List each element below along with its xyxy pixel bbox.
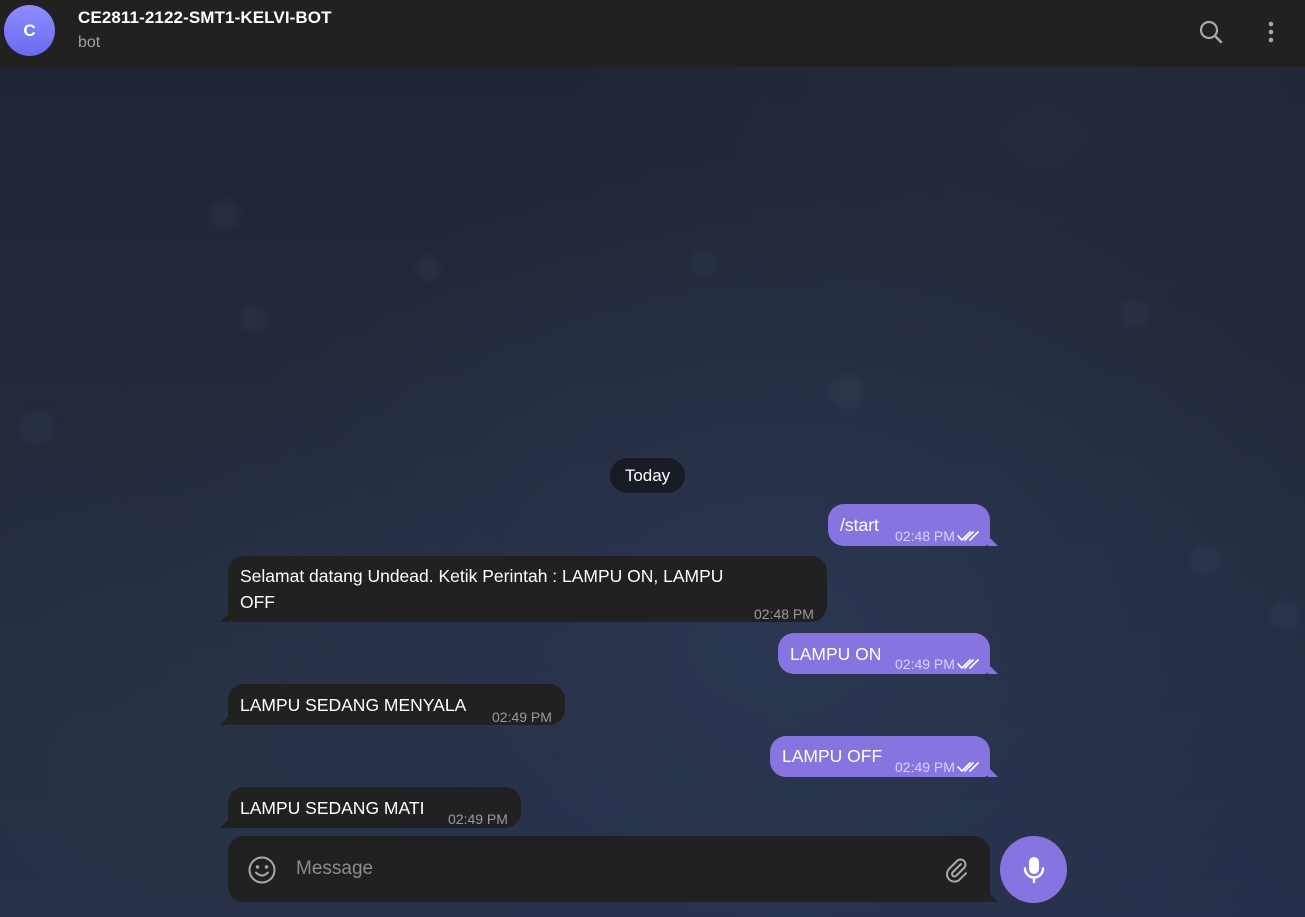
background-dot: [1270, 600, 1300, 630]
double-check-icon: [957, 531, 979, 541]
background-dot: [690, 250, 716, 276]
message-meta: 02:48 PM: [895, 523, 979, 549]
outgoing-message[interactable]: /start 02:48 PM: [828, 504, 998, 549]
microphone-icon: [1023, 856, 1044, 883]
message-text-line-2: OFF: [240, 592, 275, 612]
background-dot: [240, 305, 268, 333]
more-vertical-icon[interactable]: [1255, 16, 1287, 48]
message-meta: 02:49 PM: [895, 651, 979, 677]
search-icon[interactable]: [1195, 16, 1227, 48]
chat-subtitle: bot: [78, 34, 101, 51]
paperclip-icon[interactable]: [940, 854, 972, 886]
background-dot: [830, 375, 864, 409]
message-text: LAMPU ON: [790, 644, 882, 664]
message-text: LAMPU SEDANG MATI: [240, 798, 425, 818]
message-time: 02:48 PM: [754, 601, 814, 627]
message-time: 02:49 PM: [895, 656, 955, 672]
message-time-text: 02:49 PM: [448, 811, 508, 827]
message-text: LAMPU SEDANG MENYALA: [240, 695, 467, 715]
background-dot: [20, 410, 54, 444]
message-composer[interactable]: [228, 836, 998, 902]
chat-header[interactable]: C CE2811-2122-SMT1-KELVI-BOT bot: [0, 0, 1305, 67]
message-time: 02:49 PM: [492, 704, 552, 730]
date-separator: Today: [610, 458, 685, 493]
incoming-message[interactable]: LAMPU SEDANG MATI 02:49 PM: [220, 787, 521, 828]
double-check-icon: [957, 659, 979, 669]
message-meta: 02:49 PM: [895, 754, 979, 780]
message-time-text: 02:49 PM: [492, 709, 552, 725]
chat-title[interactable]: CE2811-2122-SMT1-KELVI-BOT: [78, 8, 332, 28]
background-dot: [415, 255, 441, 281]
avatar[interactable]: C: [4, 5, 55, 56]
message-text-line-1: Selamat datang Undead. Ketik Perintah : …: [240, 566, 724, 586]
message-time: 02:48 PM: [895, 528, 955, 544]
background-dot: [210, 200, 240, 230]
outgoing-message[interactable]: LAMPU ON 02:49 PM: [778, 633, 998, 677]
background-dot: [1120, 300, 1148, 328]
smile-icon[interactable]: [246, 854, 278, 886]
message-time: 02:49 PM: [895, 759, 955, 775]
message-time-text: 02:48 PM: [754, 606, 814, 622]
incoming-message[interactable]: Selamat datang Undead. Ketik Perintah : …: [220, 556, 827, 622]
incoming-message[interactable]: LAMPU SEDANG MENYALA 02:49 PM: [220, 684, 565, 725]
outgoing-message[interactable]: LAMPU OFF 02:49 PM: [770, 736, 998, 780]
message-text: /start: [840, 515, 879, 535]
message-text: LAMPU OFF: [782, 746, 883, 766]
double-check-icon: [957, 762, 979, 772]
message-input[interactable]: [296, 854, 916, 884]
microphone-button[interactable]: [1000, 836, 1067, 903]
background-dot: [1190, 545, 1220, 575]
message-time: 02:49 PM: [448, 806, 508, 832]
